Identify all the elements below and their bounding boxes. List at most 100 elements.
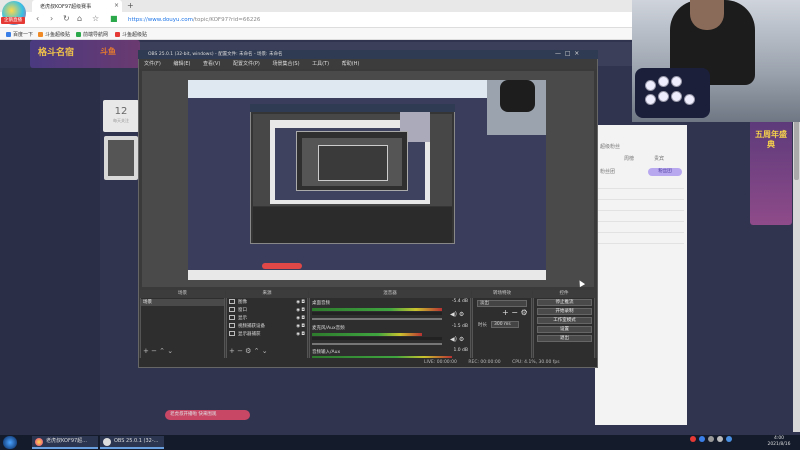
menu-file[interactable]: 文件(F) [144,61,161,67]
bookmark-star-icon[interactable]: ☆ [92,14,99,23]
system-clock[interactable]: 4:00 2021/8/16 [760,436,798,448]
volume-icon[interactable] [717,436,723,442]
scene-tools[interactable]: + − ⌃ ⌄ [143,347,173,355]
back-icon[interactable]: ‹ [36,14,39,23]
transition-select[interactable]: 淡出 [477,300,527,307]
controller-button [658,91,669,102]
network-icon[interactable] [708,436,714,442]
mixer-channel-header: 麦克风/Aux音频 -1.5 dB [312,324,468,331]
bookmark-item[interactable]: 前端导航网 [76,31,108,38]
input-method-icon[interactable] [726,436,732,442]
list-item [598,224,684,233]
add-remove-transition-icon[interactable]: + − ⚙ [502,308,528,317]
chat-popup[interactable]: 老虎叔开播啦 快来围观 [165,410,250,420]
menu-scene-collection[interactable]: 场景集合(S) [272,61,299,67]
studio-mode-button[interactable]: 工作室模式 [537,317,592,324]
event-banner-text: 五周年盛典 [755,130,787,149]
mixer-dock-title: 混音器 [309,290,471,298]
source-item[interactable]: 视频捕获设备 ◉ ◘ [229,323,305,331]
controller-button [658,76,669,87]
eye-lock-icon[interactable]: ◉ ◘ [296,307,305,315]
follow-count-card[interactable]: 12 每天关注 [103,100,139,132]
obs-icon [103,438,111,446]
controller-button [645,94,656,105]
scene-item[interactable]: 场景 [141,299,224,306]
right-panel-line[interactable]: 贵宾 [654,155,664,162]
start-recording-button[interactable]: 开始录制 [537,308,592,315]
eye-lock-icon[interactable]: ◉ ◘ [296,323,305,331]
speaker-gear-icon[interactable]: ◀) ⚙ [450,311,464,318]
menu-edit[interactable]: 编辑(E) [173,61,190,67]
cpu-fps: CPU: 4.1%, 30.00 fps [512,360,560,365]
gift-list [598,180,684,260]
url-input[interactable]: https://www.douyu.com/topic/KOF97?rid=66… [128,15,628,25]
browser-logo-badge: 企鹅直播 [1,17,25,24]
volume-meter [312,333,422,336]
new-tab-icon[interactable]: + [127,1,134,10]
eye-lock-icon[interactable]: ◉ ◘ [296,299,305,307]
source-item[interactable]: 显示器捕获 ◉ ◘ [229,331,305,339]
mixer-channel-header: 音频输入/Aux 1.0 dB [312,348,468,355]
sources-dock-title: 来源 [226,290,308,298]
settings-button[interactable]: 设置 [537,326,592,333]
nested-streamer [500,80,535,112]
duration-input[interactable]: 300 ms [491,321,519,328]
tray-app-icon[interactable] [699,436,705,442]
right-panel-line[interactable]: 周榜 [624,155,634,162]
controller-button [671,91,682,102]
exit-button[interactable]: 退出 [537,335,592,342]
right-panel-line[interactable]: 超级粉丝 [600,143,620,150]
bookmark-label: 前端导航网 [83,32,109,38]
bookmark-icon [76,32,81,37]
site-left-panel [0,68,100,435]
url-path: /topic/KOF97?rid=66226 [193,17,261,23]
bookmark-item[interactable]: 百度一下 [6,31,33,38]
rec-time: REC: 00:00:00 [468,360,501,365]
source-item[interactable]: 窗口 ◉ ◘ [229,307,305,315]
display-icon [229,315,235,320]
bookmark-icon [115,32,120,37]
bookmark-item[interactable]: 斗鱼超级贴 [38,31,70,38]
bookmark-item[interactable]: 斗鱼超级贴 [115,31,147,38]
close-icon[interactable]: × [114,2,119,9]
browser-tab-active[interactable]: 老虎叔KOF97超级赛事 [32,0,122,12]
fan-club-badge[interactable]: 粉丝团 [648,168,682,176]
controller-button [645,80,656,91]
start-button-icon[interactable] [3,436,17,449]
right-panel-line[interactable]: 粉丝团 [600,168,615,175]
tab-title: 老虎叔KOF97超级赛事 [40,4,92,10]
window-controls[interactable]: — □ × [555,50,579,57]
tray-app-icon[interactable] [690,436,696,442]
mixer-channel: 桌面音频 -5.4 dB [312,299,468,320]
nested-taskbar [188,270,546,280]
taskbar-browser[interactable]: 老虎叔KOF97超... [32,436,98,449]
menu-profile[interactable]: 配置文件(P) [233,61,260,67]
menu-view[interactable]: 查看(V) [203,61,220,67]
volume-meter [312,337,442,340]
forward-icon[interactable]: › [50,14,53,23]
controls-dock-title: 控件 [533,290,595,298]
eye-lock-icon[interactable]: ◉ ◘ [296,331,305,339]
site-logo-secondary: 斗鱼 [100,47,116,56]
volume-slider[interactable] [312,343,442,345]
menu-help[interactable]: 帮助(H) [342,61,360,67]
source-item[interactable]: 显示 ◉ ◘ [229,315,305,323]
reload-icon[interactable]: ↻ [63,14,70,23]
controller-button [684,94,695,105]
speaker-gear-icon[interactable]: ◀) ⚙ [450,336,464,343]
controller-button [671,76,682,87]
home-icon[interactable]: ⌂ [77,14,82,23]
bookmark-label: 斗鱼超级贴 [45,32,71,38]
window-icon [229,307,235,312]
obs-title-bar[interactable]: OBS 25.0.1 (32-bit, windows) - 配置文件: 未命名… [138,50,598,59]
taskbar-obs[interactable]: OBS 25.0.1 (32-... [100,436,164,449]
channel-db: -1.5 dB [451,324,468,329]
stop-streaming-button[interactable]: 停止推流 [537,299,592,306]
volume-slider[interactable] [312,318,442,320]
menu-tools[interactable]: 工具(T) [312,61,329,67]
source-item[interactable]: 图像 ◉ ◘ [229,299,305,307]
source-tools[interactable]: + − ⚙ ⌃ ⌄ [229,347,268,355]
system-tray[interactable] [690,436,735,444]
eye-lock-icon[interactable]: ◉ ◘ [296,315,305,323]
source-label: 图像 [238,300,247,305]
